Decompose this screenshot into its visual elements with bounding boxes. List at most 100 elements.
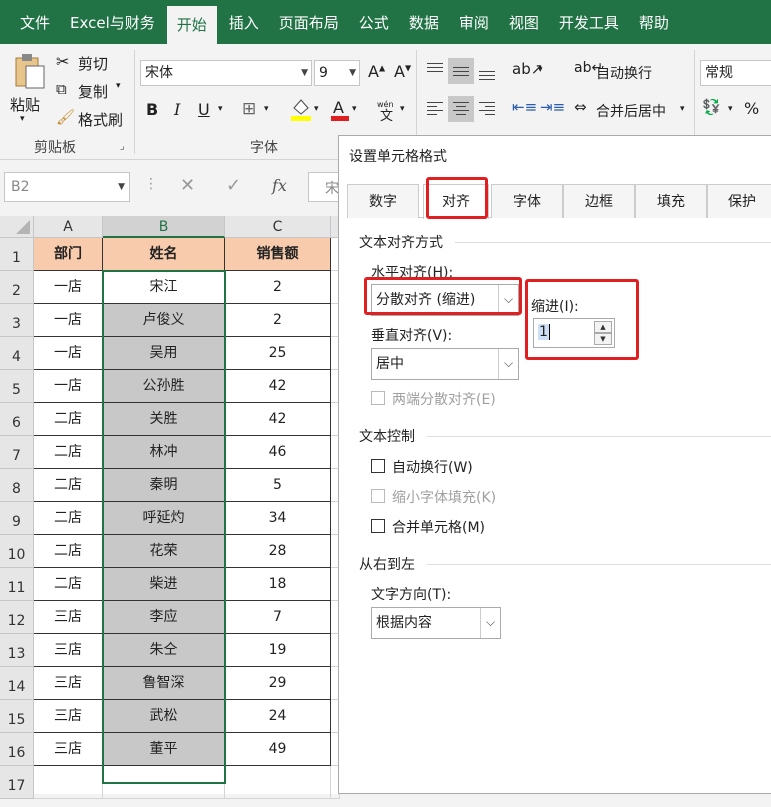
header-cell[interactable]: 部门 [34,238,103,271]
table-cell[interactable]: 李应 [103,601,225,634]
font-name-select[interactable]: 宋体 ▼ [140,60,312,86]
underline-dropdown-icon[interactable]: ▾ [218,104,223,114]
row-header[interactable]: 10 [0,535,34,568]
phonetic-dropdown-icon[interactable]: ▾ [400,104,405,114]
paste-icon[interactable] [12,52,46,92]
table-cell[interactable]: 49 [225,733,331,766]
brush-icon[interactable]: 🖌 [56,108,75,126]
table-cell[interactable]: 2 [225,271,331,304]
decrease-font-icon[interactable]: A▼ [394,62,411,81]
justify-distributed-checkbox[interactable] [371,391,385,405]
merge-cells-checkbox[interactable] [371,519,385,533]
table-cell[interactable]: 三店 [34,700,103,733]
table-cell[interactable]: 柴进 [103,568,225,601]
table-cell[interactable]: 46 [225,436,331,469]
row-header[interactable]: 6 [0,403,34,436]
formula-input[interactable]: 宋 [308,172,340,202]
table-cell[interactable]: 42 [225,370,331,403]
header-cell[interactable]: 销售额 [225,238,331,271]
tab-protection[interactable]: 保护 [707,184,771,218]
table-cell[interactable]: 7 [225,601,331,634]
table-cell[interactable]: 42 [225,403,331,436]
confirm-icon[interactable]: ✓ [226,175,241,196]
copy-icon[interactable]: ⧉ [56,80,67,98]
table-cell[interactable]: 29 [225,667,331,700]
tab-file[interactable]: 文件 [0,0,60,44]
row-header[interactable]: 8 [0,469,34,502]
header-cell[interactable]: 姓名 [103,238,225,271]
column-header-a[interactable]: A [34,216,103,238]
row-header[interactable]: 12 [0,601,34,634]
table-cell[interactable]: 吴用 [103,337,225,370]
align-middle-icon[interactable] [448,58,474,84]
table-cell[interactable]: 二店 [34,568,103,601]
tab-review[interactable]: 审阅 [449,0,499,44]
tab-data[interactable]: 数据 [399,0,449,44]
table-cell[interactable]: 卢俊义 [103,304,225,337]
table-cell[interactable]: 2 [225,304,331,337]
tab-home[interactable]: 开始 [166,6,217,44]
align-right-icon[interactable] [474,96,500,122]
decrease-indent-icon[interactable]: ⇤≡ [512,98,537,116]
row-header[interactable]: 16 [0,733,34,766]
row-header[interactable]: 4 [0,337,34,370]
name-box[interactable]: B2 ▼ [4,172,130,202]
table-cell[interactable]: 19 [225,634,331,667]
merge-dropdown-icon[interactable]: ▾ [680,104,685,114]
table-cell[interactable]: 鲁智深 [103,667,225,700]
row-header[interactable]: 17 [0,766,34,799]
tab-developer[interactable]: 开发工具 [549,0,629,44]
tab-page-layout[interactable]: 页面布局 [269,0,349,44]
row-header[interactable]: 14 [0,667,34,700]
indent-value[interactable]: 1 [538,324,550,340]
dialog-launcher-icon[interactable]: ⌟ [120,141,125,152]
vertical-align-select[interactable]: 居中 ⌵ [371,348,519,380]
table-cell[interactable]: 一店 [34,304,103,337]
increase-font-icon[interactable]: A▲ [368,62,385,81]
font-size-select[interactable]: 9 ▼ [314,60,360,86]
phonetic-icon[interactable]: wén 文 [376,98,398,124]
horizontal-align-select[interactable]: 分散对齐 (缩进) ⌵ [371,284,519,316]
table-cell[interactable] [34,766,103,799]
table-cell[interactable]: 宋江 [103,271,225,304]
table-cell[interactable]: 三店 [34,733,103,766]
indent-spinner[interactable]: 1 ▲ ▼ [533,318,615,348]
row-header[interactable]: 1 [0,238,34,271]
tab-view[interactable]: 视图 [499,0,549,44]
cancel-icon[interactable]: ✕ [180,175,195,196]
table-cell[interactable]: 24 [225,700,331,733]
cut-button[interactable]: 剪切 [78,53,108,74]
percent-button[interactable]: % [744,99,759,118]
font-color-icon[interactable]: A [330,96,350,122]
border-dropdown-icon[interactable]: ▾ [264,104,269,114]
table-cell[interactable]: 34 [225,502,331,535]
tab-insert[interactable]: 插入 [219,0,269,44]
spin-down-icon[interactable]: ▼ [594,333,612,345]
fill-dropdown-icon[interactable]: ▾ [314,104,319,114]
text-direction-select[interactable]: 根据内容 ⌵ [371,607,501,639]
table-cell[interactable]: 一店 [34,271,103,304]
align-top-icon[interactable] [422,58,448,84]
copy-button[interactable]: 复制 [78,81,108,102]
column-header-b[interactable]: B [103,216,225,238]
row-header[interactable]: 3 [0,304,34,337]
row-header[interactable]: 2 [0,271,34,304]
table-cell[interactable]: 5 [225,469,331,502]
number-format-select[interactable]: 常规 [700,60,771,86]
table-cell[interactable]: 二店 [34,469,103,502]
align-bottom-icon[interactable] [474,58,500,84]
fill-color-icon[interactable] [290,96,312,122]
paste-dropdown-icon[interactable]: ▾ [20,114,25,124]
table-cell[interactable]: 呼延灼 [103,502,225,535]
table-cell[interactable]: 三店 [34,667,103,700]
tab-border[interactable]: 边框 [563,184,635,218]
wrap-text-checkbox[interactable] [371,459,385,473]
border-icon[interactable]: ⊞ [242,99,256,119]
align-left-icon[interactable] [422,96,448,122]
row-header[interactable]: 11 [0,568,34,601]
currency-dropdown-icon[interactable]: ▾ [728,104,733,114]
tab-fill[interactable]: 填充 [635,184,707,218]
table-cell[interactable] [103,766,225,799]
table-cell[interactable]: 三店 [34,601,103,634]
paste-button[interactable]: 粘贴 [10,94,40,115]
